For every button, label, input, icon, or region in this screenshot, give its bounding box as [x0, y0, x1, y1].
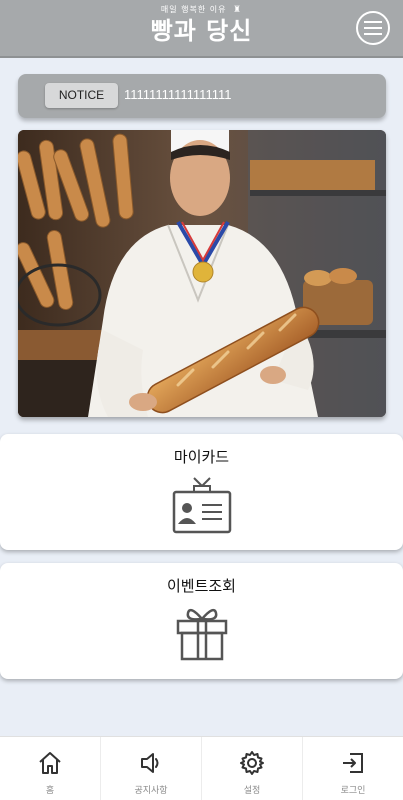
tab-settings[interactable]: 설정: [202, 737, 303, 800]
tab-login[interactable]: 로그인: [303, 737, 403, 800]
notice-bar[interactable]: NOTICE 11111111111111111: [18, 74, 386, 118]
tab-settings-label: 설정: [243, 786, 261, 796]
brand-title: 빵과 당신: [150, 16, 253, 45]
menu-button[interactable]: [356, 11, 390, 45]
login-icon: [343, 753, 363, 773]
tab-notice-label: 공지사항: [134, 786, 168, 796]
brand-subtitle: 매일 행복한 이유: [160, 5, 227, 14]
event-button[interactable]: 이벤트조회: [0, 563, 403, 679]
tab-login-label: 로그인: [340, 786, 366, 796]
gift-icon: [176, 608, 227, 661]
castle-icon: ♜: [233, 5, 243, 15]
event-title: 이벤트조회: [166, 577, 236, 595]
hamburger-icon: [364, 21, 382, 35]
tab-notice[interactable]: 공지사항: [101, 737, 202, 800]
home-icon: [39, 752, 61, 774]
my-card-button[interactable]: 마이카드: [0, 434, 403, 550]
notice-badge: NOTICE: [45, 83, 118, 108]
tab-home[interactable]: 홈: [0, 737, 101, 800]
bottom-tab-bar: 홈 공지사항 설정 로그인: [0, 736, 403, 800]
chef-photo: [18, 130, 386, 417]
speaker-icon: [141, 753, 159, 773]
my-card-title: 마이카드: [173, 448, 230, 466]
hero-image: [18, 130, 386, 417]
notice-text[interactable]: 11111111111111111: [124, 74, 231, 118]
gear-icon: [240, 751, 264, 775]
tab-home-label: 홈: [45, 786, 55, 796]
id-card-icon: [172, 477, 231, 534]
app-header: 매일 행복한 이유 ♜ 빵과 당신: [0, 0, 403, 58]
brand-logo[interactable]: 매일 행복한 이유 ♜ 빵과 당신: [0, 4, 403, 46]
